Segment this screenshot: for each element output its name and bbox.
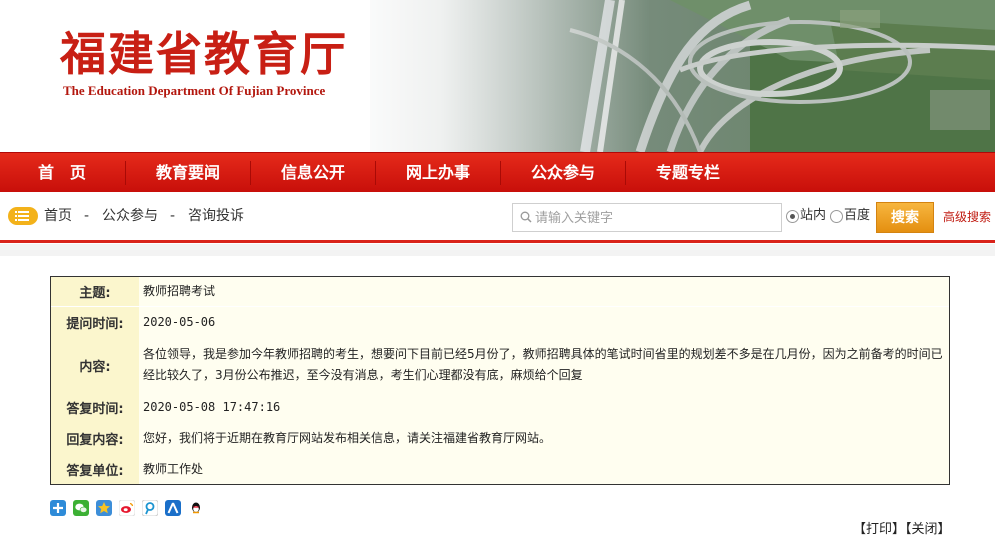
breadcrumb-separator: - xyxy=(84,208,90,224)
reply-content-label: 回复内容: xyxy=(51,423,139,454)
qa-row-reply-unit: 答复单位: 教师工作处 xyxy=(51,454,949,484)
breadcrumb-public-participation[interactable]: 公众参与 xyxy=(102,206,158,226)
qa-row-reply-time: 答复时间: 2020-05-08 17:47:16 xyxy=(51,392,949,423)
qa-detail-table: 主题: 教师招聘考试 提问时间: 2020-05-06 内容: 各位领导，我是参… xyxy=(50,276,950,485)
red-divider xyxy=(0,240,995,243)
footer-actions: 【打印】【关闭】 xyxy=(853,521,951,539)
content-value: 各位领导，我是参加今年教师招聘的考生，想要问下目前已经5月份了，教师招聘具体的笔… xyxy=(143,347,943,382)
reply-unit-value: 教师工作处 xyxy=(143,461,204,476)
search-box xyxy=(512,203,782,232)
breadcrumb-separator: - xyxy=(170,208,176,224)
reply-time-label: 答复时间: xyxy=(51,392,139,423)
reply-unit-label: 答复单位: xyxy=(51,454,139,484)
advanced-search-link[interactable]: 高级搜索 xyxy=(943,208,991,226)
content-top-stripe xyxy=(0,244,995,256)
nav-item-education-news[interactable]: 教育要闻 xyxy=(126,153,250,193)
banner-fade xyxy=(330,0,650,152)
nav-item-public-participation[interactable]: 公众参与 xyxy=(501,153,625,193)
print-link[interactable]: 【打印】 xyxy=(853,522,905,537)
nav-item-info-disclosure[interactable]: 信息公开 xyxy=(251,153,375,193)
reply-time-value: 2020-05-08 17:47:16 xyxy=(143,400,281,414)
site-title: 福建省教育厅 xyxy=(60,27,348,81)
nav-item-home[interactable]: 首 页 xyxy=(0,153,124,193)
nav-item-special-topics[interactable]: 专题专栏 xyxy=(626,153,750,193)
breadcrumb-consultation: 咨询投诉 xyxy=(188,208,244,224)
ask-time-label: 提问时间: xyxy=(51,307,139,338)
qa-row-reply-content: 回复内容: 您好，我们将于近期在教育厅网站发布相关信息，请关注福建省教育厅网站。 xyxy=(51,423,949,454)
close-link[interactable]: 【关闭】 xyxy=(905,522,951,537)
qa-row-content: 内容: 各位领导，我是参加今年教师招聘的考生，想要问下目前已经5月份了，教师招聘… xyxy=(51,338,949,392)
search-button[interactable]: 搜索 xyxy=(876,202,934,233)
subject-value: 教师招聘考试 xyxy=(143,284,216,298)
nav-item-online-services[interactable]: 网上办事 xyxy=(376,153,500,193)
qq-icon[interactable] xyxy=(188,500,204,516)
renren-icon[interactable] xyxy=(165,500,181,516)
qa-row-subject: 主题: 教师招聘考试 xyxy=(51,277,949,307)
qzone-icon[interactable] xyxy=(96,500,112,516)
radio-scope-baidu-label: 百度 xyxy=(844,208,871,223)
radio-scope-baidu[interactable] xyxy=(830,210,843,223)
header-banner: 福建省教育厅 The Education Department Of Fujia… xyxy=(0,0,995,152)
wechat-icon[interactable] xyxy=(73,500,89,516)
site-subtitle: The Education Department Of Fujian Provi… xyxy=(63,83,326,98)
breadcrumb-home[interactable]: 首页 xyxy=(44,206,72,226)
qa-row-ask-time: 提问时间: 2020-05-06 xyxy=(51,307,949,338)
subject-label: 主题: xyxy=(51,277,139,306)
radio-scope-site[interactable] xyxy=(786,210,799,223)
radio-scope-site-label: 站内 xyxy=(800,208,827,223)
tencent-weibo-icon[interactable] xyxy=(142,500,158,516)
content-label: 内容: xyxy=(51,338,139,392)
share-more-icon[interactable] xyxy=(50,500,66,516)
ask-time-value: 2020-05-06 xyxy=(143,315,216,329)
search-input[interactable] xyxy=(535,208,775,228)
search-icon xyxy=(520,211,532,223)
main-nav: 首 页 教育要闻 信息公开 网上办事 公众参与 专题专栏 xyxy=(0,152,995,192)
weibo-icon[interactable] xyxy=(119,500,135,516)
reply-content-value: 您好，我们将于近期在教育厅网站发布相关信息，请关注福建省教育厅网站。 xyxy=(143,431,552,445)
list-icon xyxy=(8,207,38,225)
